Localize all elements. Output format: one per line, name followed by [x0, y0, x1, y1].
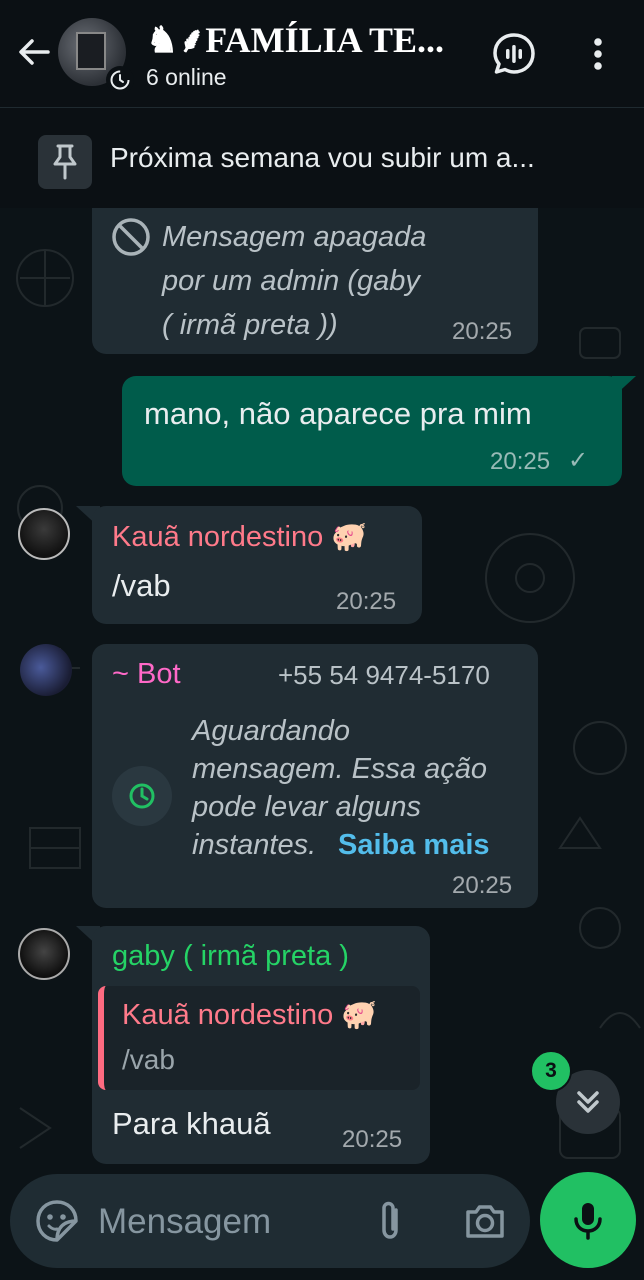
disappearing-timer-icon — [106, 66, 134, 94]
chat-title[interactable]: ♞⸙FAMÍLIA TE... — [146, 14, 466, 58]
sender-phone: +55 54 9474-5170 — [278, 660, 490, 690]
sender-name[interactable]: Kauã nordestino 🐖 — [112, 520, 367, 554]
voice-chat-icon — [493, 33, 535, 74]
waiting-line-2: mensagem. Essa ação — [192, 753, 487, 785]
unread-count-badge: 3 — [530, 1050, 572, 1092]
message-text: mano, não aparece pra mim — [144, 396, 532, 431]
deleted-line-3: ( irmã preta )) — [162, 309, 338, 341]
message-time: 20:25 — [342, 1126, 403, 1153]
outgoing-message-bubble[interactable]: mano, não aparece pra mim 20:25 ✓ — [122, 376, 622, 486]
learn-more-link[interactable]: Saiba mais — [338, 826, 490, 864]
quoted-message[interactable]: Kauã nordestino 🐖 /vab — [98, 986, 420, 1090]
waiting-line-4: instantes. — [192, 829, 317, 861]
camera-button[interactable] — [460, 1196, 510, 1246]
incoming-message-bubble[interactable]: Kauã nordestino 🐖 /vab 20:25 — [92, 506, 422, 624]
sender-name[interactable]: ~ Bot — [112, 658, 181, 691]
sender-name[interactable]: gaby ( irmã preta ) — [112, 940, 349, 973]
chat-header: ♞⸙FAMÍLIA TE... 6 online — [0, 0, 644, 108]
microphone-icon — [574, 1203, 602, 1240]
message-composer[interactable]: Mensagem — [10, 1174, 530, 1268]
message-time: 20:25 — [452, 318, 513, 345]
more-vert-icon — [594, 38, 602, 70]
pin-icon — [38, 135, 92, 189]
sticker-button[interactable] — [32, 1196, 82, 1246]
attach-button[interactable] — [366, 1196, 416, 1246]
avatar[interactable] — [20, 644, 72, 696]
block-icon — [112, 218, 150, 256]
message-input[interactable]: Mensagem — [98, 1202, 271, 1242]
camera-icon — [466, 1205, 504, 1238]
deleted-line-2: por um admin (gaby — [162, 265, 420, 297]
waiting-line-1: Aguardando — [192, 715, 351, 747]
message-text: /vab — [112, 568, 171, 603]
message-text: Para khauã — [112, 1106, 271, 1141]
message-time: 20:25 — [490, 448, 551, 475]
paperclip-icon — [382, 1201, 398, 1239]
chat-subtitle: 6 online — [146, 64, 227, 90]
pinned-message-text: Próxima semana vou subir um a... — [110, 142, 535, 173]
sticker-icon — [36, 1200, 78, 1242]
waiting-line-3: pode levar alguns — [192, 791, 421, 823]
back-button[interactable] — [14, 32, 54, 72]
deleted-line-1: Mensagem apagada — [162, 221, 427, 253]
reply-message-bubble[interactable]: gaby ( irmã preta ) Kauã nordestino 🐖 /v… — [92, 926, 430, 1164]
quoted-text: /vab — [122, 1044, 175, 1075]
avatar[interactable] — [18, 928, 70, 980]
avatar[interactable] — [18, 508, 70, 560]
deleted-message-bubble[interactable]: Mensagem apagada por um admin (gaby ( ir… — [92, 208, 538, 354]
quoted-sender: Kauã nordestino 🐖 — [122, 999, 378, 1031]
message-time: 20:25 — [336, 588, 397, 615]
bubble-tail — [612, 376, 636, 398]
voice-chat-button[interactable] — [490, 30, 538, 78]
double-chevron-down-icon — [577, 1091, 599, 1113]
clock-icon — [112, 766, 172, 826]
pinned-message-bar[interactable]: Próxima semana vou subir um a... — [0, 108, 644, 208]
more-options-button[interactable] — [580, 30, 616, 78]
message-time: 20:25 — [452, 872, 513, 899]
waiting-message-bubble[interactable]: ~ Bot +55 54 9474-5170 Aguardando mensag… — [92, 644, 538, 908]
message-list[interactable]: Mensagem apagada por um admin (gaby ( ir… — [0, 208, 644, 1280]
arrow-left-icon — [19, 39, 50, 65]
sent-check-icon: ✓ — [568, 447, 589, 474]
voice-message-button[interactable] — [540, 1172, 636, 1268]
